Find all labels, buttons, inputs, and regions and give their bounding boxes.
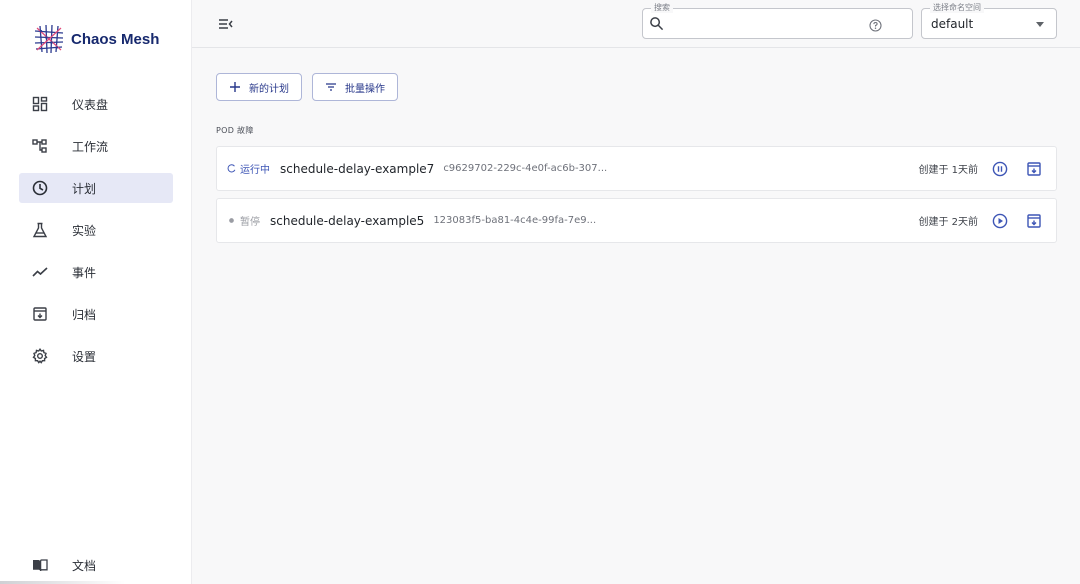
workflow-icon xyxy=(32,138,48,154)
clock-icon xyxy=(32,180,48,196)
search-label: 搜索 xyxy=(651,3,673,13)
collapse-menu-icon[interactable] xyxy=(218,16,234,32)
archive-icon xyxy=(1027,161,1041,176)
created-time: 创建于 1天前 xyxy=(918,165,978,176)
archive-icon xyxy=(1027,213,1041,228)
sidebar-nav: 仪表盘 工作流 计划 实验 事件 归档 设置 xyxy=(19,89,173,383)
app-logo[interactable]: Chaos Mesh xyxy=(32,22,159,56)
plus-icon xyxy=(229,81,241,93)
sidebar-item-label: 仪表盘 xyxy=(72,97,109,112)
sidebar-item-label: 归档 xyxy=(72,307,97,322)
archive-icon xyxy=(32,306,48,322)
book-icon xyxy=(32,557,48,573)
section-title: POD 故障 xyxy=(216,126,254,135)
chevron-down-icon xyxy=(1036,22,1044,27)
search-input[interactable] xyxy=(669,13,859,35)
paused-dot-icon xyxy=(227,216,236,225)
sidebar-item-label: 计划 xyxy=(72,181,97,196)
pause-button[interactable] xyxy=(992,161,1008,177)
sidebar-item-docs[interactable]: 文档 xyxy=(19,550,173,580)
sidebar-item-schedules[interactable]: 计划 xyxy=(19,173,173,203)
schedule-actions: 新的计划 批量操作 xyxy=(216,73,408,101)
pause-circle-icon xyxy=(992,161,1008,176)
archive-button[interactable] xyxy=(1026,213,1042,229)
sidebar-item-label: 工作流 xyxy=(72,139,109,154)
batch-operation-button[interactable]: 批量操作 xyxy=(312,73,398,101)
search-field[interactable]: 搜索 xyxy=(642,3,913,39)
schedule-uid: c9629702-229c-4e0f-ac6b-307... xyxy=(443,163,608,174)
search-icon xyxy=(649,16,664,31)
created-time: 创建于 2天前 xyxy=(918,217,978,228)
sidebar: Chaos Mesh 仪表盘 工作流 计划 实验 事件 归档 设置 文档 xyxy=(0,0,192,584)
status-text: 运行中 xyxy=(240,165,270,176)
schedule-row[interactable]: 暂停 schedule-delay-example5 123083f5-ba81… xyxy=(216,198,1057,243)
flask-icon xyxy=(32,222,48,238)
archive-button[interactable] xyxy=(1026,161,1042,177)
resume-button[interactable] xyxy=(992,213,1008,229)
play-circle-icon xyxy=(992,213,1008,228)
batch-operation-label: 批量操作 xyxy=(345,83,385,95)
schedule-uid: 123083f5-ba81-4c4e-99fa-7e9... xyxy=(433,215,597,226)
sidebar-item-label: 文档 xyxy=(72,558,97,573)
sidebar-item-label: 设置 xyxy=(72,349,97,364)
sidebar-item-workflow[interactable]: 工作流 xyxy=(19,131,173,161)
sidebar-item-experiments[interactable]: 实验 xyxy=(19,215,173,245)
gear-icon xyxy=(32,348,48,364)
new-schedule-label: 新的计划 xyxy=(249,83,289,95)
namespace-value: default xyxy=(931,17,974,31)
sidebar-item-settings[interactable]: 设置 xyxy=(19,341,173,371)
filter-list-icon xyxy=(325,81,337,93)
sidebar-item-label: 实验 xyxy=(72,223,97,238)
sidebar-item-archives[interactable]: 归档 xyxy=(19,299,173,329)
schedule-name: schedule-delay-example7 xyxy=(280,161,435,176)
sidebar-item-events[interactable]: 事件 xyxy=(19,257,173,287)
namespace-select[interactable]: 选择命名空间 default xyxy=(921,3,1057,39)
new-schedule-button[interactable]: 新的计划 xyxy=(216,73,302,101)
sidebar-item-dashboard[interactable]: 仪表盘 xyxy=(19,89,173,119)
status-badge: 运行中 xyxy=(227,161,270,176)
chaos-mesh-logo-icon xyxy=(34,24,64,54)
events-chart-icon xyxy=(32,264,48,280)
namespace-label: 选择命名空间 xyxy=(930,3,984,13)
dashboard-icon xyxy=(32,96,48,112)
top-bar: 搜索 选择命名空间 default xyxy=(192,0,1080,48)
sidebar-item-label: 事件 xyxy=(72,265,97,280)
loading-spinner-icon xyxy=(227,164,236,173)
schedule-row[interactable]: 运行中 schedule-delay-example7 c9629702-229… xyxy=(216,146,1057,191)
help-icon[interactable] xyxy=(869,17,882,32)
status-badge: 暂停 xyxy=(227,213,260,228)
app-title: Chaos Mesh xyxy=(71,30,160,48)
status-text: 暂停 xyxy=(240,217,260,228)
schedule-name: schedule-delay-example5 xyxy=(270,213,425,228)
